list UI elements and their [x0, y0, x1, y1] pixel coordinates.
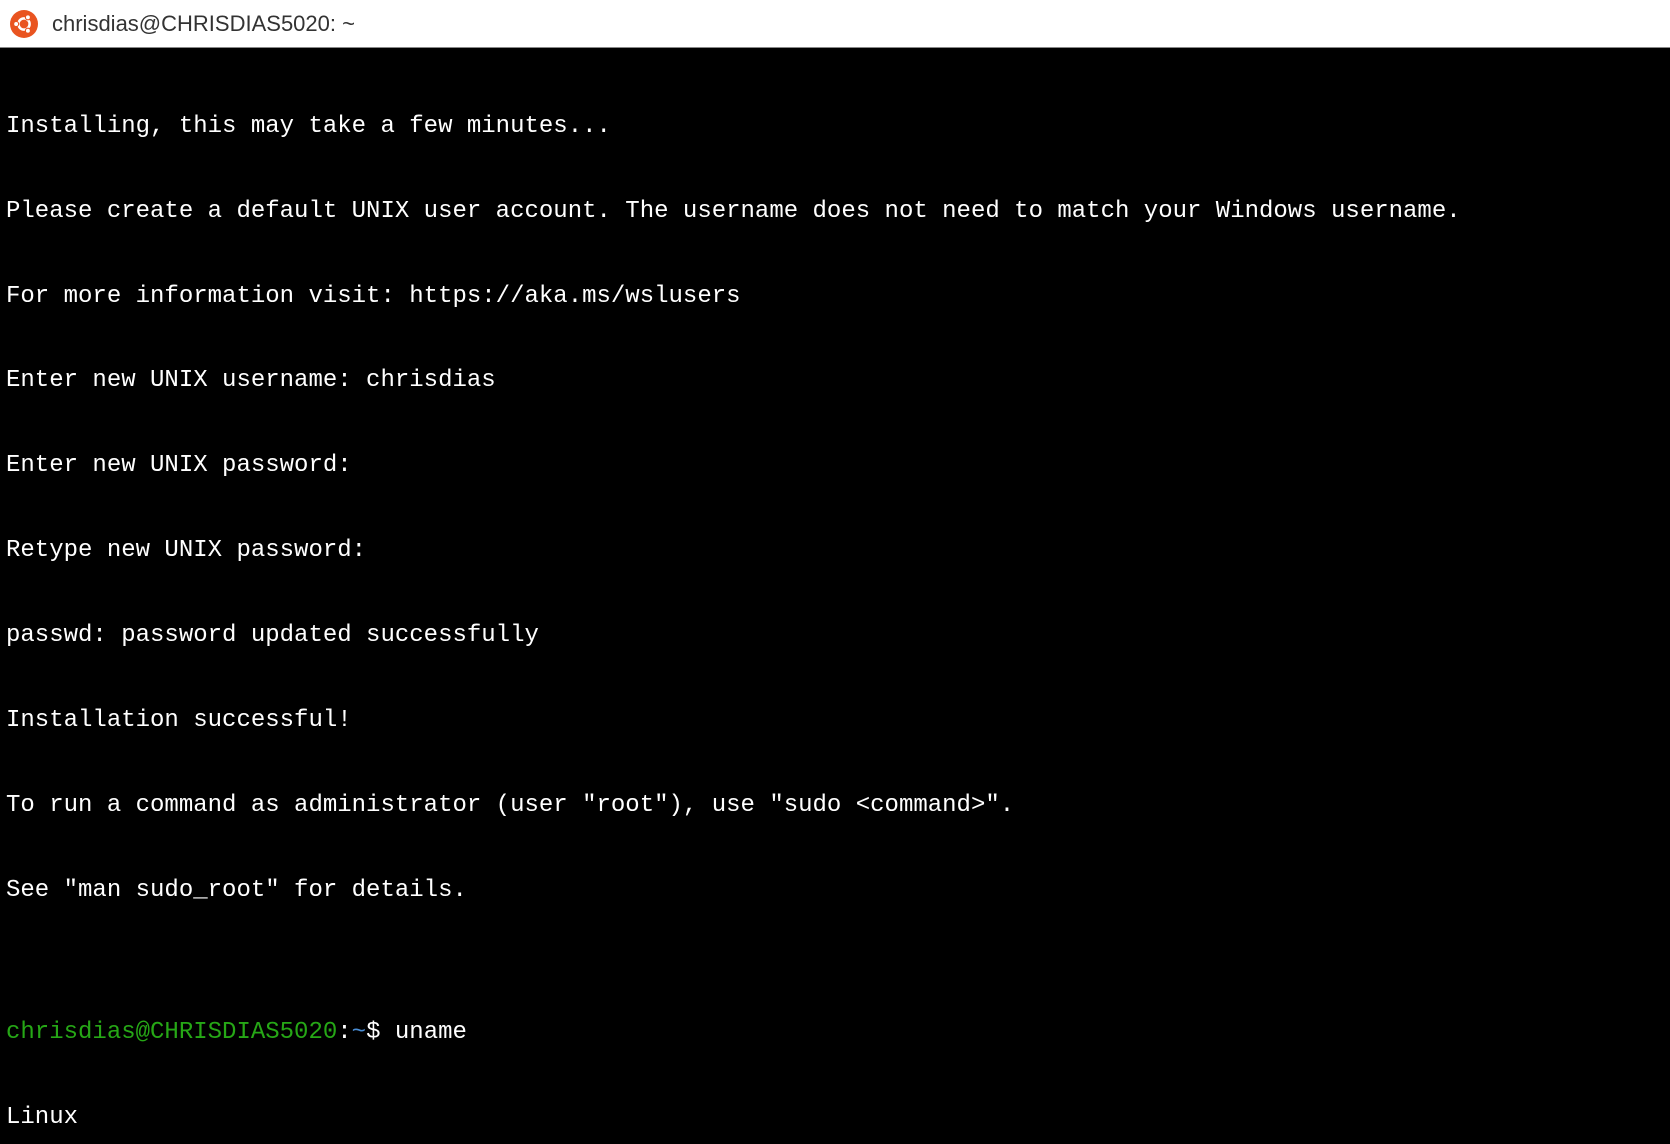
terminal-line: Enter new UNIX username: chrisdias	[6, 367, 1664, 395]
window-title: chrisdias@CHRISDIAS5020: ~	[52, 11, 355, 37]
prompt-sigil: $	[366, 1019, 395, 1046]
terminal-line: Retype new UNIX password:	[6, 537, 1664, 565]
prompt-separator: :	[337, 1019, 351, 1046]
terminal-line: Installing, this may take a few minutes.…	[6, 113, 1664, 141]
terminal-line: Please create a default UNIX user accoun…	[6, 198, 1664, 226]
ubuntu-icon	[10, 10, 38, 38]
terminal-line: passwd: password updated successfully	[6, 622, 1664, 650]
terminal-output-line: Linux	[6, 1104, 1664, 1132]
terminal-line: For more information visit: https://aka.…	[6, 283, 1664, 311]
terminal-line: To run a command as administrator (user …	[6, 792, 1664, 820]
terminal-line: See "man sudo_root" for details.	[6, 877, 1664, 905]
terminal-viewport[interactable]: Installing, this may take a few minutes.…	[0, 48, 1670, 572]
terminal-line: Installation successful!	[6, 707, 1664, 735]
terminal-prompt-line: chrisdias@CHRISDIAS5020:~$ uname	[6, 1019, 1664, 1047]
prompt-userhost: chrisdias@CHRISDIAS5020	[6, 1019, 337, 1046]
window-titlebar: chrisdias@CHRISDIAS5020: ~	[0, 0, 1670, 48]
prompt-path: ~	[352, 1019, 366, 1046]
terminal-command: uname	[395, 1019, 467, 1046]
terminal-line: Enter new UNIX password:	[6, 452, 1664, 480]
